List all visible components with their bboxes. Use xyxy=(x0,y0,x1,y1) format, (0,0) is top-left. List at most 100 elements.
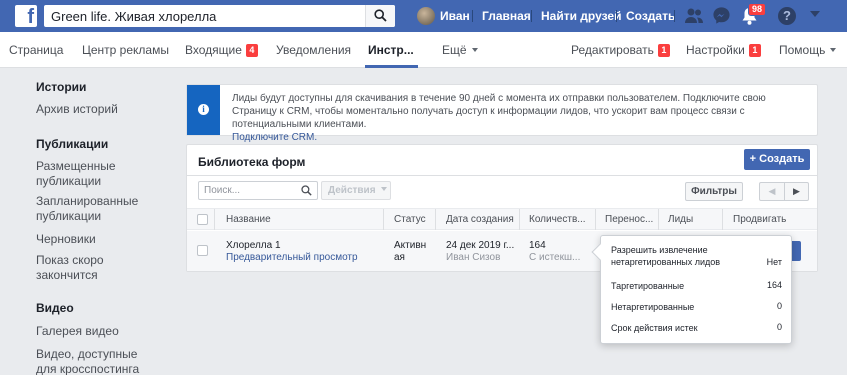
forms-library-title: Библиотека форм xyxy=(198,155,306,169)
help-menu-label: Помощь xyxy=(779,43,826,57)
info-icon: i xyxy=(198,104,209,115)
search-input[interactable]: Green life. Живая хлорелла xyxy=(44,5,395,27)
column-header-count[interactable]: Количеств... xyxy=(529,214,586,225)
actions-dropdown[interactable]: Действия xyxy=(321,181,391,200)
next-page-button[interactable]: ▶ xyxy=(784,183,808,200)
search-icon xyxy=(301,185,312,196)
chevron-down-icon xyxy=(471,48,478,52)
settings-badge: 1 xyxy=(748,44,761,57)
row-checkbox[interactable] xyxy=(197,245,208,256)
promote-button[interactable] xyxy=(791,241,801,261)
pagination: ◀ ▶ xyxy=(759,182,809,201)
sidebar-item-crossposting[interactable]: Видео, доступные для кросспостинга xyxy=(36,347,161,375)
inbox-badge: 4 xyxy=(245,44,258,57)
settings-label: Настройки xyxy=(686,43,745,57)
divider xyxy=(187,175,817,176)
divider xyxy=(435,209,436,230)
popover-label-targeted: Таргетированные xyxy=(611,281,685,291)
messenger-icon[interactable] xyxy=(712,6,731,25)
divider xyxy=(595,209,596,230)
notifications-badge: 98 xyxy=(748,3,767,16)
banner-message: Лиды будут доступны для скачивания в теч… xyxy=(232,93,766,130)
actions-label: Действия xyxy=(328,185,376,196)
popover-label-untargeted: Нетаргетированные xyxy=(611,302,695,312)
divider xyxy=(674,10,675,22)
banner-stripe: i xyxy=(187,85,220,135)
forms-search-placeholder: Поиск... xyxy=(204,185,241,196)
divider xyxy=(658,209,659,230)
info-banner: i Лиды будут доступны для скачивания в т… xyxy=(186,84,818,143)
forms-search-input[interactable]: Поиск... xyxy=(198,181,318,200)
tab-page[interactable]: Страница xyxy=(9,43,63,57)
tab-ad-center[interactable]: Центр рекламы xyxy=(82,43,169,57)
preview-link[interactable]: Предварительный просмотр xyxy=(226,251,358,264)
connect-crm-link[interactable]: Подключите CRM. xyxy=(232,132,317,143)
edit-page-link[interactable]: Редактировать 1 xyxy=(571,43,670,57)
lead-count-sub: С истекш... xyxy=(529,252,581,263)
search-value: Green life. Живая хлорелла xyxy=(51,9,217,24)
profile-link[interactable]: Иван xyxy=(440,9,470,23)
create-form-button[interactable]: + Создать xyxy=(744,149,810,170)
avatar[interactable] xyxy=(417,7,435,25)
edit-page-label: Редактировать xyxy=(571,43,654,57)
tab-more-label: Ещё xyxy=(442,43,467,57)
created-by: Иван Сизов xyxy=(446,252,501,263)
divider xyxy=(519,209,520,230)
chevron-down-icon xyxy=(380,187,387,191)
create-link[interactable]: Создать xyxy=(626,9,675,23)
sidebar-item-scheduled[interactable]: Запланированные публикации xyxy=(36,194,146,224)
column-header-promote[interactable]: Продвигать xyxy=(733,214,786,225)
popover-value-unfiltered-extraction: Нет xyxy=(766,257,782,267)
divider xyxy=(214,209,215,230)
sidebar-heading-stories: Истории xyxy=(36,80,87,94)
find-friends-link[interactable]: Найти друзей xyxy=(541,9,621,23)
divider xyxy=(531,10,532,22)
popover-value-untargeted: 0 xyxy=(776,301,782,311)
divider xyxy=(383,209,384,230)
popover-value-expired: 0 xyxy=(776,322,782,332)
sidebar-item-video-gallery[interactable]: Галерея видео xyxy=(36,324,171,339)
table-header: Название Статус Дата создания Количеств.… xyxy=(187,208,817,230)
sidebar-heading-publications: Публикации xyxy=(36,137,109,151)
select-all-checkbox[interactable] xyxy=(197,214,208,225)
chevron-down-icon xyxy=(830,48,837,52)
friend-requests-icon[interactable] xyxy=(684,6,704,26)
sidebar-item-stories-archive[interactable]: Архив историй xyxy=(36,102,171,117)
sidebar-item-expiring[interactable]: Показ скоро закончится xyxy=(36,253,136,283)
settings-link[interactable]: Настройки 1 xyxy=(686,43,761,57)
prev-page-button[interactable]: ◀ xyxy=(760,183,784,200)
top-bar: f Green life. Живая хлорелла Иван Главна… xyxy=(0,0,847,32)
sidebar-item-drafts[interactable]: Черновики xyxy=(36,232,171,247)
tab-tools[interactable]: Инстр... xyxy=(368,43,414,57)
column-header-leads[interactable]: Лиды xyxy=(668,214,693,225)
column-header-name[interactable]: Название xyxy=(226,214,271,225)
divider xyxy=(616,10,617,22)
page-nav: Страница Центр рекламы Входящие 4 Уведомл… xyxy=(0,32,847,68)
filters-button[interactable]: Фильтры xyxy=(685,182,743,201)
column-header-transfer[interactable]: Перенос... xyxy=(605,214,653,225)
facebook-logo-icon[interactable]: f xyxy=(15,5,37,28)
help-menu[interactable]: Помощь xyxy=(779,43,837,57)
popover-label-unfiltered-extraction: Разрешить извлечение нетаргетированных л… xyxy=(611,245,721,267)
account-menu-caret-icon[interactable] xyxy=(810,11,820,17)
tab-notifications[interactable]: Уведомления xyxy=(276,43,351,57)
popover-label-expired: Срок действия истек xyxy=(611,323,698,333)
divider xyxy=(472,10,473,22)
divider xyxy=(722,209,723,230)
edit-badge: 1 xyxy=(657,44,670,57)
active-tab-indicator xyxy=(365,65,418,68)
help-icon[interactable]: ? xyxy=(778,7,796,25)
column-header-status[interactable]: Статус xyxy=(394,214,426,225)
tab-inbox-label: Входящие xyxy=(185,43,242,57)
banner-text: Лиды будут доступны для скачивания в теч… xyxy=(232,92,807,144)
column-header-created[interactable]: Дата создания xyxy=(446,214,514,225)
search-button[interactable] xyxy=(365,5,395,27)
status-line-2: ая xyxy=(394,252,405,263)
home-link[interactable]: Главная xyxy=(482,9,531,23)
leads-breakdown-popover: Разрешить извлечение нетаргетированных л… xyxy=(591,235,792,344)
popover-value-targeted: 164 xyxy=(766,280,782,290)
sidebar-item-published[interactable]: Размещенные публикации xyxy=(36,159,136,189)
tab-inbox[interactable]: Входящие 4 xyxy=(185,43,258,57)
tab-more[interactable]: Ещё xyxy=(442,43,478,57)
search-icon xyxy=(374,9,387,22)
